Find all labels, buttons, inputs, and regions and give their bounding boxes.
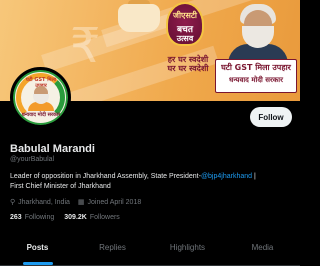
banner-ribbon-text: घटी GST मिला उपहार <box>221 63 291 72</box>
location-icon: ⚲ <box>10 198 16 206</box>
profile-meta: ⚲ Jharkhand, India ▦ Joined April 2018 <box>10 198 141 206</box>
bio-text-line2: First Chief Minister of Jharkhand <box>10 183 111 190</box>
tab-label: Highlights <box>169 243 206 252</box>
banner-tagline: हर घर स्वदेशी <box>167 55 209 64</box>
followers-label[interactable]: Followers <box>90 214 120 221</box>
bio-mention-link[interactable]: @bjp4jharkhand <box>201 173 252 180</box>
bio-text: Leader of opposition in Jharkhand Assemb… <box>10 173 201 180</box>
active-tab-indicator <box>22 262 53 265</box>
emblem-text: उत्सव <box>176 34 194 43</box>
calendar-icon: ▦ <box>77 198 85 206</box>
profile-tabs: Posts Replies Highlights Media <box>0 230 300 266</box>
user-handle: @yourBabulal <box>10 156 55 163</box>
location-text: Jharkhand, India <box>18 198 70 206</box>
joined-date: Joined April 2018 <box>87 198 142 206</box>
tab-posts[interactable]: Posts <box>0 230 75 265</box>
followers-count[interactable]: 309.2K <box>64 214 87 221</box>
follow-button[interactable]: Follow <box>250 107 292 127</box>
profile-bio: Leader of opposition in Jharkhand Assemb… <box>10 172 292 192</box>
tab-label: Media <box>251 243 274 252</box>
avatar-badge-text: धन्यवाद मोदी सरकार <box>21 112 61 118</box>
tab-highlights[interactable]: Highlights <box>150 230 225 265</box>
emblem-text: जीएसटी <box>173 11 197 20</box>
following-count[interactable]: 263 <box>10 214 22 221</box>
banner-tagline: घर घर स्वदेशी <box>167 64 209 73</box>
gift-bag-graphic <box>118 4 160 32</box>
tab-media[interactable]: Media <box>225 230 300 265</box>
display-name: Babulal Marandi <box>10 143 95 155</box>
avatar[interactable]: घटी GST मिला उपहार धन्यवाद मोदी सरकार <box>10 67 71 128</box>
banner-portrait-image <box>222 0 292 64</box>
rupee-symbol-graphic: ₹ <box>70 18 101 74</box>
banner-ribbon-text: धन्यवाद मोदी सरकार <box>229 76 283 84</box>
tab-label: Replies <box>99 243 126 252</box>
following-label[interactable]: Following <box>25 214 55 221</box>
bio-separator: | <box>252 173 256 180</box>
follow-stats: 263 Following 309.2K Followers <box>10 214 120 221</box>
tab-label: Posts <box>26 243 49 252</box>
tab-replies[interactable]: Replies <box>75 230 150 265</box>
